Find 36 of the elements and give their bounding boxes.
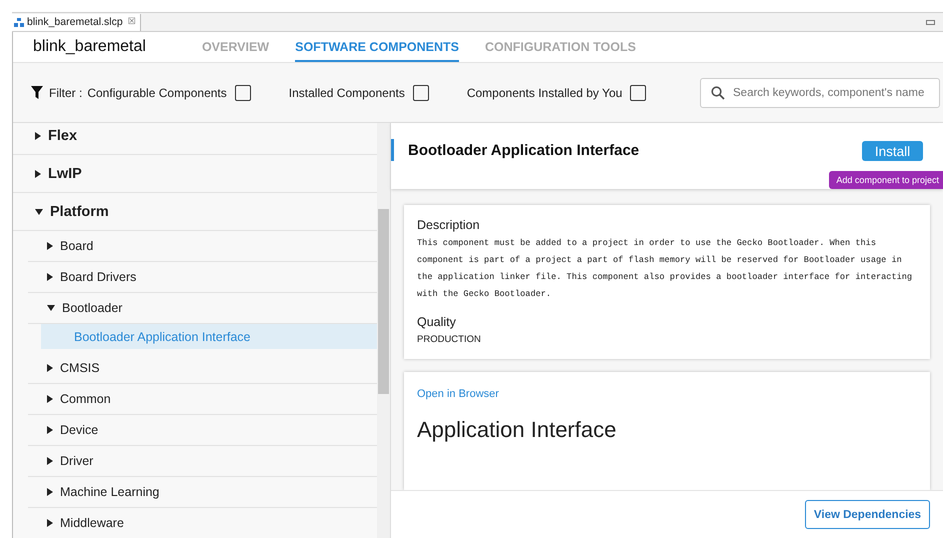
scrollbar[interactable] [377, 123, 390, 538]
checkbox[interactable] [234, 84, 251, 100]
filter-label: Filter : [49, 86, 82, 100]
search-icon [711, 86, 725, 100]
description-text: This component must be added to a project in order to use the Gecko Bootloader. When this component is part of a project a part of flash memory will be reserved for Bootloader usage in the application linker file. This component also provides a bootloader interface for interacting with the Gecko Bootloader. [417, 237, 914, 301]
checkbox[interactable] [630, 84, 646, 100]
close-tab-button[interactable]: ☒ [128, 17, 136, 27]
tree-item[interactable]: Driver [28, 446, 377, 477]
tree-item[interactable]: Common [28, 384, 377, 415]
tree-item[interactable]: Device [28, 415, 377, 446]
project-icon [14, 18, 24, 26]
filter-option-label: Installed Components [288, 86, 405, 100]
editor-tab[interactable]: blink_baremetal.slcp ☒ [12, 14, 141, 30]
tree-item[interactable]: Machine Learning [28, 477, 377, 508]
checkbox[interactable] [412, 84, 429, 100]
component-title: Bootloader Application Interface [391, 139, 640, 161]
filter-icon [31, 86, 43, 99]
filter-option-label: Configurable Components [87, 86, 227, 100]
search-field[interactable]: Search keywords, component's name [700, 78, 940, 108]
tree-item[interactable]: Board Drivers [28, 262, 377, 293]
tree-category[interactable]: Platform [13, 193, 377, 231]
quality-value: PRODUCTION [417, 334, 482, 345]
tree-item[interactable]: CMSIS [28, 353, 377, 384]
filter-option-label: Components Installed by You [466, 86, 622, 100]
open-in-browser-link[interactable]: Open in Browser [417, 388, 499, 400]
description-heading: Description [417, 218, 481, 232]
docs-heading: Application Interface [417, 417, 618, 443]
quality-heading: Quality [417, 315, 457, 329]
tree-category[interactable]: LwIP [13, 155, 377, 193]
tree-item[interactable]: Board [28, 231, 377, 262]
project-title: blink_baremetal [33, 38, 146, 56]
tree-category[interactable]: Flex [13, 123, 377, 155]
editor-tab-title: blink_baremetal.slcp [27, 16, 123, 28]
view-dependencies-button[interactable]: View Dependencies [805, 500, 930, 529]
minimize-icon[interactable] [926, 20, 935, 24]
tooltip: Add component to project [829, 171, 943, 189]
